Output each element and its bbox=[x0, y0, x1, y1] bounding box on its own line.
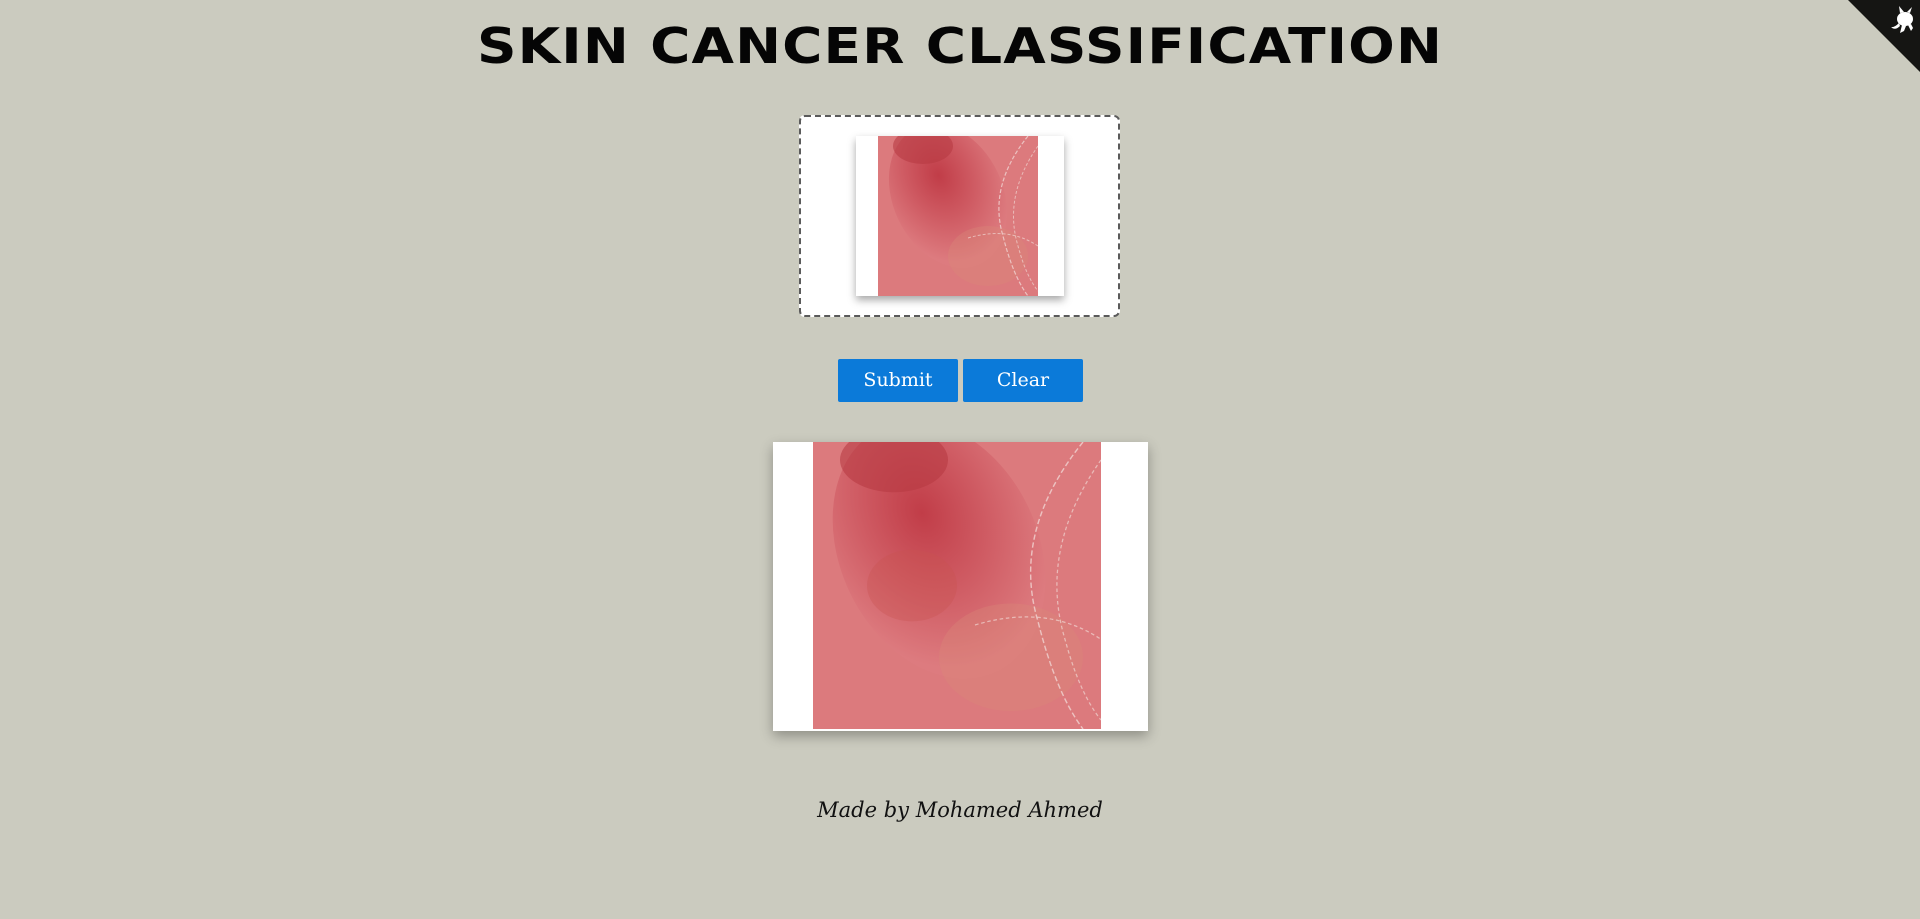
footer-credit: Made by Mohamed Ahmed bbox=[817, 798, 1103, 822]
github-corner-link[interactable] bbox=[1848, 0, 1920, 72]
skin-lesion-preview-image bbox=[813, 442, 1101, 729]
page-title: SKIN CANCER CLASSIFICATION bbox=[477, 18, 1443, 75]
skin-lesion-thumbnail-image bbox=[878, 136, 1038, 296]
uploaded-thumbnail bbox=[856, 136, 1064, 296]
clear-button[interactable]: Clear bbox=[963, 359, 1083, 402]
submit-button[interactable]: Submit bbox=[838, 359, 958, 402]
preview-image-card bbox=[773, 442, 1148, 731]
github-octocat-icon bbox=[1848, 0, 1920, 72]
